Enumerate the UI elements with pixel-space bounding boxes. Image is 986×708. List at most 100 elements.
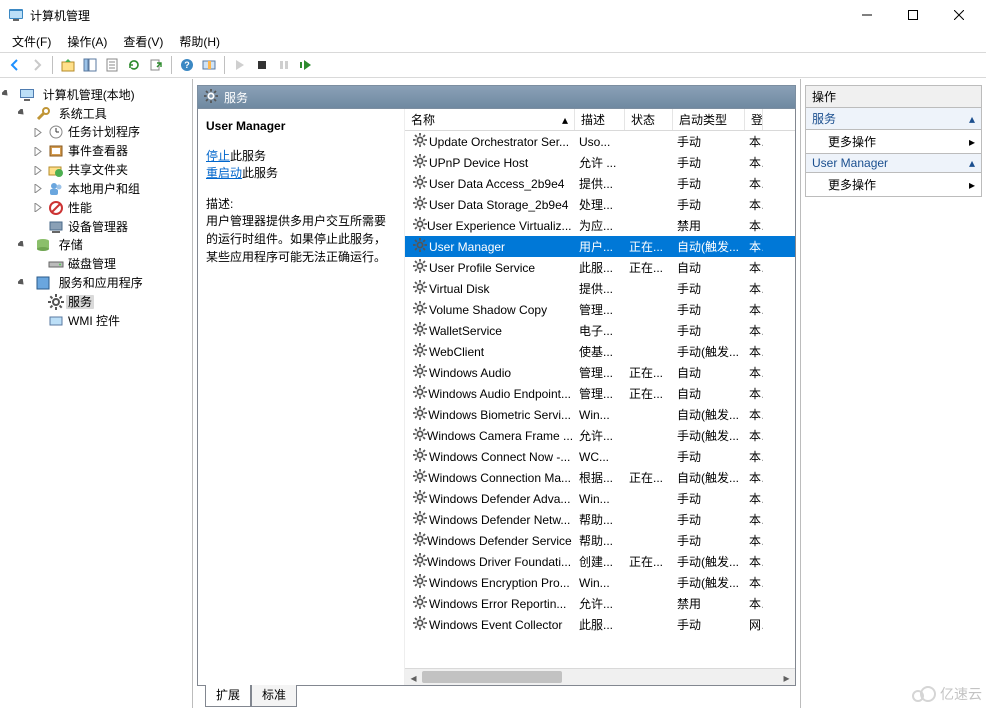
service-row[interactable]: Windows Connection Ma...根据...正在...自动(触发.… [405, 467, 795, 488]
service-desc: 提供... [575, 280, 625, 297]
service-row[interactable]: User Manager用户...正在...自动(触发...本 [405, 236, 795, 257]
back-button[interactable] [4, 54, 26, 76]
service-start-type: 手动 [673, 511, 745, 528]
service-row[interactable]: Windows Defender Netw...帮助...手动本 [405, 509, 795, 530]
service-row[interactable]: Windows Error Reportin...允许...禁用本 [405, 593, 795, 614]
actions-more-2[interactable]: 更多操作▸ [805, 173, 982, 197]
service-row[interactable]: User Data Access_2b9e4提供...手动本 [405, 173, 795, 194]
horizontal-scrollbar[interactable]: ◂ ▸ [405, 668, 795, 685]
scroll-thumb[interactable] [422, 671, 562, 683]
tree-task-scheduler[interactable]: 任务计划程序 [66, 125, 142, 139]
col-start[interactable]: 启动类型 [673, 109, 745, 130]
restart-link[interactable]: 重启动 [206, 166, 242, 180]
service-name: UPnP Device Host [429, 156, 528, 170]
service-row[interactable]: User Data Storage_2b9e4处理...手动本 [405, 194, 795, 215]
maximize-button[interactable] [890, 0, 936, 30]
pause-icon[interactable] [273, 54, 295, 76]
forward-button[interactable] [26, 54, 48, 76]
service-desc: 帮助... [575, 511, 625, 528]
refresh-icon[interactable] [123, 54, 145, 76]
export-icon[interactable] [145, 54, 167, 76]
service-row[interactable]: Update Orchestrator Ser...Uso...手动本 [405, 131, 795, 152]
col-desc[interactable]: 描述 [575, 109, 625, 130]
close-button[interactable] [936, 0, 982, 30]
actions-group-services[interactable]: 服务▴ [805, 108, 982, 130]
service-row[interactable]: Windows Audio Endpoint...管理...正在...自动本 [405, 383, 795, 404]
service-row[interactable]: Windows Event Collector此服...手动网 [405, 614, 795, 635]
service-row[interactable]: UPnP Device Host允许 ...手动本 [405, 152, 795, 173]
tab-standard[interactable]: 标准 [251, 685, 297, 707]
scroll-right-icon[interactable]: ▸ [778, 669, 795, 686]
service-desc: 创建... [575, 553, 625, 570]
service-row[interactable]: Windows Connect Now -...WC...手动本 [405, 446, 795, 467]
tree-event-viewer[interactable]: 事件查看器 [66, 144, 130, 158]
service-row[interactable]: WebClient使基...手动(触发...本 [405, 341, 795, 362]
service-logon: 本 [745, 574, 763, 591]
service-row[interactable]: Windows Encryption Pro...Win...手动(触发...本 [405, 572, 795, 593]
show-hide-tree-icon[interactable] [79, 54, 101, 76]
service-start-type: 手动(触发... [673, 574, 745, 591]
tree-device-manager[interactable]: 设备管理器 [66, 220, 130, 234]
service-logon: 本 [745, 469, 763, 486]
tree-system-tools[interactable]: 系统工具 [57, 107, 109, 121]
menu-view[interactable]: 查看(V) [115, 31, 171, 52]
expand-icon[interactable] [2, 89, 14, 101]
expand-icon[interactable] [34, 164, 46, 176]
help-icon[interactable]: ? [176, 54, 198, 76]
service-row[interactable]: Windows Defender Adva...Win...手动本 [405, 488, 795, 509]
service-row[interactable]: Volume Shadow Copy管理...手动本 [405, 299, 795, 320]
tree-services-apps[interactable]: 服务和应用程序 [57, 276, 145, 290]
stop-link[interactable]: 停止 [206, 149, 230, 163]
tree-shared-folders[interactable]: 共享文件夹 [66, 163, 130, 177]
expand-icon[interactable] [18, 239, 30, 251]
properties-icon[interactable] [101, 54, 123, 76]
menu-help[interactable]: 帮助(H) [171, 31, 228, 52]
minimize-button[interactable] [844, 0, 890, 30]
actions-group-usermanager[interactable]: User Manager▴ [805, 154, 982, 173]
tree-root[interactable]: 计算机管理(本地) [41, 88, 137, 102]
col-logon[interactable]: 登 [745, 109, 763, 130]
col-status[interactable]: 状态 [625, 109, 673, 130]
stop-icon[interactable] [251, 54, 273, 76]
gear-icon [204, 89, 218, 106]
tree-disk-mgmt[interactable]: 磁盘管理 [66, 257, 118, 271]
service-row[interactable]: Windows Defender Service帮助...手动本 [405, 530, 795, 551]
play-icon[interactable] [229, 54, 251, 76]
service-row[interactable]: Windows Biometric Servi...Win...自动(触发...… [405, 404, 795, 425]
restart-icon[interactable] [295, 54, 317, 76]
scroll-left-icon[interactable]: ◂ [405, 669, 422, 686]
gear-icon [413, 427, 427, 444]
service-row[interactable]: Virtual Disk提供...手动本 [405, 278, 795, 299]
service-name: Windows Connection Ma... [428, 471, 571, 485]
menu-action[interactable]: 操作(A) [59, 31, 115, 52]
menu-file[interactable]: 文件(F) [4, 31, 59, 52]
tree-performance[interactable]: 性能 [66, 201, 94, 215]
expand-icon[interactable] [18, 277, 30, 289]
service-row[interactable]: Windows Audio管理...正在...自动本 [405, 362, 795, 383]
service-start-type: 手动 [673, 532, 745, 549]
expand-icon[interactable] [34, 145, 46, 157]
options-icon[interactable] [198, 54, 220, 76]
up-icon[interactable] [57, 54, 79, 76]
expand-icon[interactable] [34, 126, 46, 138]
tree-wmi[interactable]: WMI 控件 [66, 314, 122, 328]
actions-more-1[interactable]: 更多操作▸ [805, 130, 982, 154]
service-logon: 本 [745, 427, 763, 444]
tree-storage[interactable]: 存储 [57, 238, 85, 252]
service-row[interactable]: Windows Driver Foundati...创建...正在...手动(触… [405, 551, 795, 572]
service-row[interactable]: Windows Camera Frame ...允许...手动(触发...本 [405, 425, 795, 446]
tab-extended[interactable]: 扩展 [205, 685, 251, 707]
tree-local-users[interactable]: 本地用户和组 [66, 182, 142, 196]
service-desc: 使基... [575, 343, 625, 360]
service-row[interactable]: User Experience Virtualiz...为应...禁用本 [405, 215, 795, 236]
service-start-type: 手动(触发... [673, 553, 745, 570]
expand-icon[interactable] [18, 108, 30, 120]
service-row[interactable]: WalletService电子...手动本 [405, 320, 795, 341]
watermark: 亿速云 [910, 684, 982, 704]
col-name[interactable]: 名称▴ [405, 109, 575, 130]
expand-icon[interactable] [34, 202, 46, 214]
service-status: 正在... [625, 364, 673, 381]
tree-services[interactable]: 服务 [66, 295, 94, 309]
service-row[interactable]: User Profile Service此服...正在...自动本 [405, 257, 795, 278]
expand-icon[interactable] [34, 183, 46, 195]
